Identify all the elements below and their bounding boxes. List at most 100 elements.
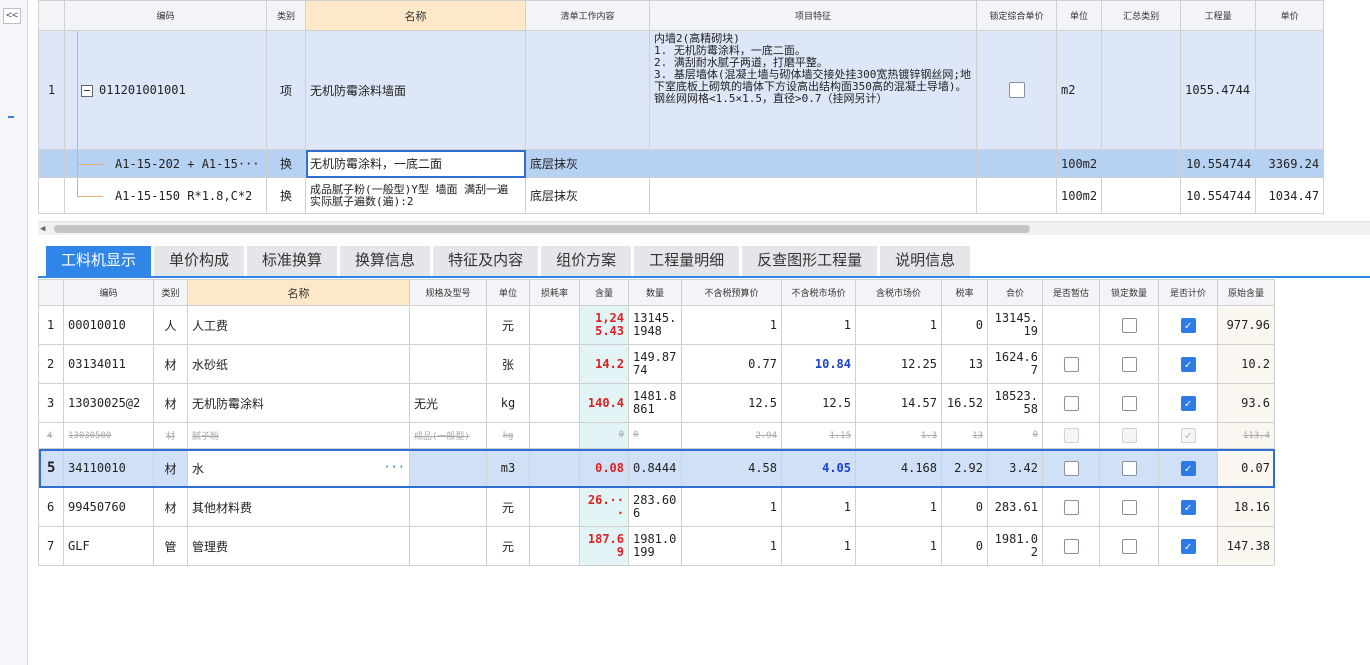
material-name[interactable]: 水 ··· [187, 448, 410, 488]
material-content[interactable]: 140.4 [579, 383, 629, 423]
material-budget-price[interactable]: 1 [681, 526, 782, 566]
material-code[interactable]: 13030025@2 [63, 383, 154, 423]
material-unit[interactable]: 元 [486, 305, 530, 345]
provisional-cell[interactable] [1042, 305, 1100, 345]
collapse-panel-button[interactable]: << [3, 8, 21, 24]
material-qty[interactable]: 13145.1948 [628, 305, 682, 345]
material-orig-content[interactable]: 93.6 [1217, 383, 1275, 423]
header-orig[interactable]: 原始含量 [1217, 279, 1275, 306]
material-market-tax-price[interactable]: 1 [855, 305, 942, 345]
work-cell[interactable] [525, 30, 650, 150]
quota-row[interactable]: A1-15-150 R*1.8,C*2 换 成品腻子粉(一般型)Y型 墙面 满刮… [38, 177, 1325, 214]
material-tax-rate[interactable]: 16.52 [941, 383, 988, 423]
provisional-checkbox[interactable] [1063, 395, 1079, 411]
tab-pricing-plan[interactable]: 组价方案 [541, 246, 632, 276]
material-total[interactable]: 18523.58 [987, 383, 1043, 423]
material-qty[interactable]: 0 [628, 422, 682, 449]
material-market-price[interactable]: 1 [781, 487, 856, 527]
material-name[interactable]: 腻子粉 [187, 422, 410, 449]
feature-cell[interactable] [649, 149, 977, 178]
priced-checkbox[interactable]: ✓ [1180, 499, 1196, 515]
provisional-cell[interactable] [1042, 383, 1100, 423]
name-cell-editing[interactable]: 无机防霉涂料，一底二面 [305, 149, 526, 178]
material-row[interactable]: 4 13030500 材 腻子粉 成品(一般型) kg 0 0 2.94 1.1… [38, 422, 1275, 449]
material-unit[interactable]: 元 [486, 526, 530, 566]
priced-checkbox[interactable]: ✓ [1180, 356, 1196, 372]
lock-qty-cell[interactable] [1099, 422, 1159, 449]
material-content[interactable]: 187.69 [579, 526, 629, 566]
material-qty[interactable]: 1481.8861 [628, 383, 682, 423]
material-code[interactable]: 34110010 [63, 448, 154, 488]
feature-cell[interactable]: 内墙2(高精砌块) 1. 无机防霉涂料，一底二面。 2. 满刮耐水腻子两道，打磨… [649, 30, 977, 150]
provisional-cell[interactable] [1042, 344, 1100, 384]
header-spec[interactable]: 规格及型号 [409, 279, 487, 306]
material-qty[interactable]: 283.606 [628, 487, 682, 527]
lock-qty-checkbox[interactable] [1121, 428, 1137, 443]
material-content[interactable]: 0 [579, 422, 629, 449]
type-cell[interactable]: 换 [266, 149, 306, 178]
priced-cell[interactable]: ✓ [1158, 383, 1218, 423]
lock-qty-checkbox[interactable] [1121, 499, 1137, 515]
tab-feature-content[interactable]: 特征及内容 [433, 246, 539, 276]
material-name[interactable]: 人工费 [187, 305, 410, 345]
material-code[interactable]: GLF [63, 526, 154, 566]
material-budget-price[interactable]: 12.5 [681, 383, 782, 423]
material-market-tax-price[interactable]: 1.3 [855, 422, 942, 449]
lock-price-cell[interactable] [976, 30, 1057, 150]
material-content[interactable]: 1,245.43 [579, 305, 629, 345]
material-spec[interactable] [409, 526, 487, 566]
material-market-tax-price[interactable]: 14.57 [855, 383, 942, 423]
material-unit[interactable]: m3 [486, 448, 530, 488]
material-market-tax-price[interactable]: 1 [855, 487, 942, 527]
priced-checkbox[interactable]: ✓ [1180, 538, 1196, 554]
provisional-cell[interactable] [1042, 526, 1100, 566]
header-budget[interactable]: 不含税预算价 [681, 279, 782, 306]
material-loss[interactable] [529, 487, 580, 527]
lock-qty-cell[interactable] [1099, 526, 1159, 566]
collapse-minus-icon[interactable]: − [81, 84, 93, 97]
tab-quantity-detail[interactable]: 工程量明细 [634, 246, 740, 276]
price-cell[interactable]: 1034.47 [1255, 177, 1325, 214]
header-type[interactable]: 类别 [266, 0, 306, 31]
material-loss[interactable] [529, 422, 580, 449]
priced-cell[interactable]: ✓ [1158, 526, 1218, 566]
more-options-icon[interactable]: ··· [383, 460, 405, 474]
material-name[interactable]: 水砂纸 [187, 344, 410, 384]
material-loss[interactable] [529, 526, 580, 566]
material-spec[interactable] [409, 305, 487, 345]
lock-qty-cell[interactable] [1099, 487, 1159, 527]
lock-price-cell[interactable] [976, 177, 1057, 214]
material-orig-content[interactable]: 113.4 [1217, 422, 1275, 449]
header-name[interactable]: 名称 [187, 279, 410, 306]
material-qty[interactable]: 0.8444 [628, 448, 682, 488]
tab-material-display[interactable]: 工料机显示 [46, 246, 152, 276]
provisional-checkbox[interactable] [1063, 499, 1079, 515]
tab-standard-conversion[interactable]: 标准换算 [247, 246, 338, 276]
material-loss[interactable] [529, 305, 580, 345]
material-budget-price[interactable]: 2.94 [681, 422, 782, 449]
feature-cell[interactable] [649, 177, 977, 214]
priced-cell[interactable]: ✓ [1158, 305, 1218, 345]
header-content[interactable]: 含量 [579, 279, 629, 306]
material-total[interactable]: 283.61 [987, 487, 1043, 527]
material-total[interactable]: 3.42 [987, 448, 1043, 488]
qty-cell[interactable]: 10.554744 [1180, 149, 1257, 178]
material-type[interactable]: 材 [153, 487, 188, 527]
material-tax-rate[interactable]: 0 [941, 305, 988, 345]
material-type[interactable]: 材 [153, 344, 188, 384]
material-budget-price[interactable]: 4.58 [681, 448, 782, 488]
header-feature[interactable]: 项目特征 [649, 0, 977, 31]
priced-cell[interactable]: ✓ [1158, 344, 1218, 384]
provisional-checkbox[interactable] [1063, 428, 1079, 443]
lock-qty-checkbox[interactable] [1121, 317, 1137, 333]
material-orig-content[interactable]: 0.07 [1217, 448, 1275, 488]
tab-description[interactable]: 说明信息 [880, 246, 971, 276]
material-code[interactable]: 99450760 [63, 487, 154, 527]
name-cell[interactable]: 成品腻子粉(一般型)Y型 墙面 满刮一遍 实际腻子遍数(遍):2 [305, 177, 526, 214]
material-orig-content[interactable]: 10.2 [1217, 344, 1275, 384]
header-unit[interactable]: 单位 [1055, 0, 1103, 31]
header-lock-price[interactable]: 锁定综合单价 [976, 0, 1057, 31]
priced-checkbox[interactable]: ✓ [1180, 395, 1196, 411]
material-spec[interactable]: 成品(一般型) [409, 422, 487, 449]
material-loss[interactable] [529, 383, 580, 423]
